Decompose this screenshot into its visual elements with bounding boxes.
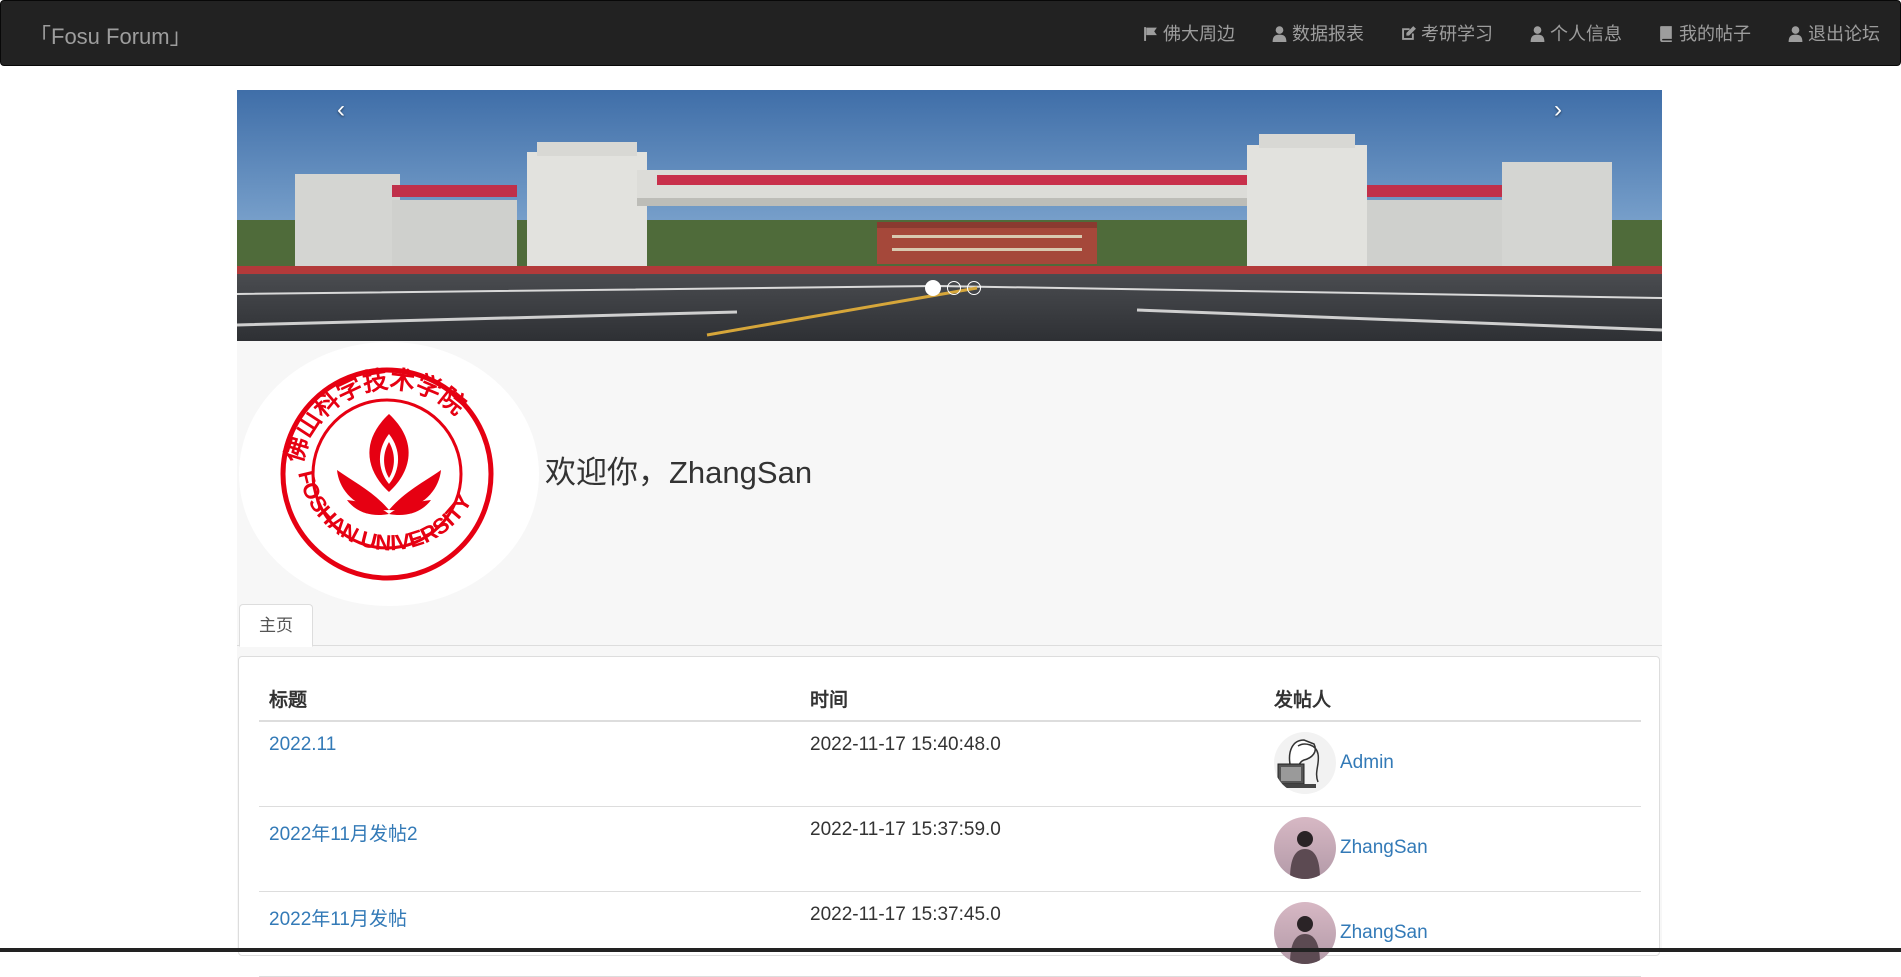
carousel-prev-button[interactable]: ‹ — [337, 96, 345, 124]
carousel-indicators — [922, 280, 984, 296]
avatar[interactable] — [1274, 816, 1336, 879]
welcome-message: 欢迎你，ZhangSan — [545, 455, 813, 490]
post-author: ZhangSan — [1274, 901, 1631, 964]
post-title-link[interactable]: 2022年11月发帖 — [269, 909, 407, 930]
nav-item-label: 个人信息 — [1550, 24, 1622, 44]
table-row: 2022年11月发帖2 2022-11-17 15:37:59.0 ZhangS… — [259, 806, 1641, 892]
nav-item-label: 退出论坛 — [1808, 24, 1880, 44]
tab-bar: 主页 — [237, 604, 1662, 647]
user-icon — [1272, 25, 1287, 42]
carousel-indicator[interactable] — [925, 280, 941, 296]
posts-table: 标题 时间 发帖人 2022.11 2022-11-17 15:40:48.0 — [259, 677, 1641, 977]
avatar[interactable] — [1274, 732, 1336, 794]
flag-icon — [1144, 26, 1157, 41]
author-link[interactable]: Admin — [1340, 752, 1394, 774]
column-header-title: 标题 — [259, 677, 800, 722]
column-header-author: 发帖人 — [1264, 677, 1641, 722]
post-title-link[interactable]: 2022年11月发帖2 — [269, 824, 418, 845]
column-header-time: 时间 — [800, 677, 1264, 722]
table-row: 2022.11 2022-11-17 15:40:48.0 Admin — [259, 721, 1641, 807]
nav-menu: 佛大周边 数据报表 考研学习 个人信息 我的帖子 退出论坛 — [1106, 1, 1880, 65]
nav-item-label: 我的帖子 — [1679, 24, 1751, 44]
nav-item-my-posts[interactable]: 我的帖子 — [1658, 20, 1751, 46]
post-time: 2022-11-17 15:37:45.0 — [800, 891, 1264, 977]
brand-link[interactable]: 「Fosu Forum」 — [29, 19, 192, 51]
university-logo: 佛山科学技术学院 FOSHAN UNIVERSITY — [239, 342, 539, 606]
tab-home[interactable]: 主页 — [239, 604, 313, 647]
carousel-indicator[interactable] — [967, 281, 981, 295]
author-link[interactable]: ZhangSan — [1340, 837, 1428, 859]
nav-item-nearby[interactable]: 佛大周边 — [1142, 20, 1235, 46]
edit-icon — [1402, 25, 1416, 40]
foshan-university-seal-icon: 佛山科学技术学院 FOSHAN UNIVERSITY — [279, 365, 494, 581]
posts-panel: 标题 时间 发帖人 2022.11 2022-11-17 15:40:48.0 — [238, 656, 1660, 977]
post-time: 2022-11-17 15:37:59.0 — [800, 806, 1264, 892]
nav-item-study[interactable]: 考研学习 — [1400, 20, 1493, 46]
post-author: ZhangSan — [1274, 816, 1631, 879]
table-row: 2022年11月发帖 2022-11-17 15:37:45.0 ZhangSa… — [259, 891, 1641, 977]
top-navbar: 「Fosu Forum」 佛大周边 数据报表 考研学习 个人信息 我的帖子 退出… — [0, 0, 1901, 66]
user-icon — [1530, 25, 1545, 42]
post-title-link[interactable]: 2022.11 — [269, 734, 336, 755]
image-carousel[interactable]: ‹ › — [237, 90, 1662, 341]
user-icon — [1788, 25, 1803, 42]
nav-item-label: 佛大周边 — [1163, 24, 1235, 44]
main-container: ‹ › 佛山科学技术学院 FOSHAN UNIVERSITY 欢迎你，Zhang… — [237, 90, 1662, 977]
post-time: 2022-11-17 15:40:48.0 — [800, 721, 1264, 807]
carousel-next-button[interactable]: › — [1554, 96, 1562, 124]
author-link[interactable]: ZhangSan — [1340, 922, 1428, 944]
book-icon — [1660, 25, 1672, 42]
nav-item-label: 数据报表 — [1292, 24, 1364, 44]
campus-gate-image — [237, 90, 1662, 341]
table-header-row: 标题 时间 发帖人 — [259, 677, 1641, 722]
nav-item-profile[interactable]: 个人信息 — [1529, 20, 1622, 46]
post-author: Admin — [1274, 732, 1631, 794]
carousel-indicator[interactable] — [947, 281, 961, 295]
nav-item-label: 考研学习 — [1421, 24, 1493, 44]
nav-item-reports[interactable]: 数据报表 — [1271, 20, 1364, 46]
window-bottom-edge — [0, 948, 1901, 952]
nav-item-logout[interactable]: 退出论坛 — [1787, 20, 1880, 46]
avatar[interactable] — [1274, 901, 1336, 964]
